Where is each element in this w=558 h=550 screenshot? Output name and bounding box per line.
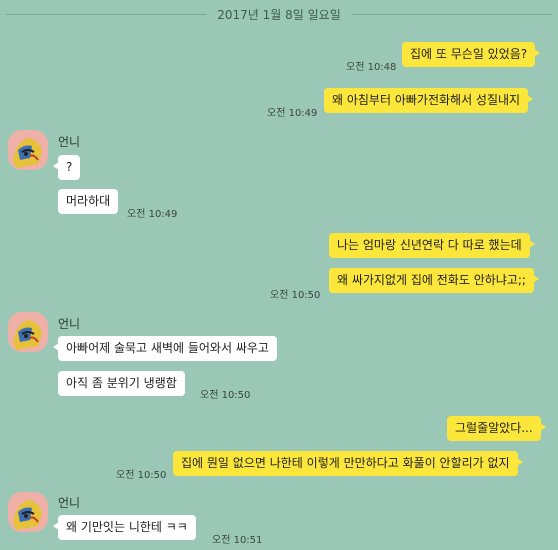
other-message-bubble[interactable]: ?: [52, 155, 81, 180]
divider-line-left: [6, 14, 206, 15]
sender-name: 언니: [58, 317, 81, 331]
contact-avatar[interactable]: [8, 312, 48, 352]
other-message-bubble[interactable]: 머라하대: [58, 189, 119, 214]
my-message-bubble[interactable]: 나는 엄마랑 신년연락 다 따로 했는데: [329, 233, 535, 258]
sender-name: 언니: [58, 496, 81, 510]
other-message-bubble[interactable]: 아직 좀 분위기 냉랭함: [58, 371, 185, 396]
message-time: 오전 10:49: [127, 209, 178, 220]
my-message-bubble[interactable]: 왜 싸가지없게 집에 전화도 안하냐고;;: [329, 268, 539, 293]
contact-avatar[interactable]: [8, 130, 48, 170]
my-message-bubble[interactable]: 그럴줄알았다...: [447, 416, 546, 441]
date-text: 2017년 1월 8일 일요일: [217, 8, 341, 22]
message-time: 오전 10:49: [267, 108, 318, 119]
contact-avatar[interactable]: [8, 492, 48, 532]
other-message-bubble[interactable]: 왜 기만잇는 니한테 ㅋㅋ: [53, 515, 196, 540]
avatar-image-icon: [8, 492, 48, 532]
message-time: 오전 10:50: [116, 470, 167, 481]
sender-name: 언니: [58, 135, 81, 149]
other-message-bubble[interactable]: 아빠어제 술묵고 새벽에 들어와서 싸우고: [53, 336, 277, 361]
avatar-image-icon: [8, 130, 48, 170]
message-time: 오전 10:50: [270, 290, 321, 301]
message-time: 오전 10:50: [200, 390, 251, 401]
my-message-bubble[interactable]: 집에 뭔일 없으면 나한테 이렇게 만만하다고 화풀이 안할리가 없지: [173, 451, 523, 476]
my-message-bubble[interactable]: 왜 아침부터 아빠가전화해서 성질내지: [324, 88, 534, 113]
message-time: 오전 10:48: [346, 62, 397, 73]
divider-line-right: [352, 14, 552, 15]
message-time: 오전 10:51: [212, 535, 263, 546]
my-message-bubble[interactable]: 집에 또 무슨일 있었음?: [402, 42, 541, 67]
date-divider: 2017년 1월 8일 일요일: [0, 5, 558, 25]
avatar-image-icon: [8, 312, 48, 352]
